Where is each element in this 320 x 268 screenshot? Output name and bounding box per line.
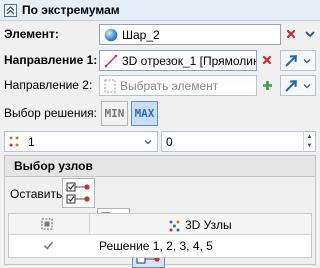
max-toggle[interactable]: MAX: [131, 101, 158, 126]
spin-up-icon[interactable]: ▲: [304, 132, 315, 142]
number-value: 0: [166, 134, 173, 149]
collapse-icon[interactable]: [4, 3, 17, 17]
row-text: Решение 1, 2, 3, 4, 5: [99, 239, 213, 253]
direction2-arrow-dropdown[interactable]: [280, 75, 316, 96]
min-toggle[interactable]: MIN: [101, 101, 128, 126]
chevron-down-icon: [303, 83, 311, 89]
direction1-label: Направление 1:: [4, 53, 98, 67]
delete-icon[interactable]: [257, 50, 277, 70]
count-value: 1: [28, 134, 35, 149]
sphere-icon: [104, 28, 118, 42]
element-label: Элемент:: [4, 27, 59, 41]
direction-arrow-icon: [284, 79, 298, 93]
select-all-icon[interactable]: [41, 218, 53, 233]
count-selector[interactable]: 1: [4, 131, 158, 152]
direction2-placeholder: Выбрать элемент: [120, 78, 219, 93]
add-icon[interactable]: [257, 75, 277, 95]
number-spinner[interactable]: 0 ▲ ▼: [161, 131, 316, 152]
element-value: Шар_2: [122, 27, 160, 42]
table-header: 3D Узлы: [9, 214, 311, 235]
direction2-field[interactable]: Выбрать элемент: [99, 75, 257, 96]
row-checkbox[interactable]: [43, 240, 54, 254]
delete-icon[interactable]: [281, 24, 301, 44]
points-icon: [8, 135, 24, 149]
column-separator: [89, 214, 90, 235]
keep-all-icon[interactable]: [62, 178, 95, 208]
table-row[interactable]: Решение 1, 2, 3, 4, 5: [9, 236, 311, 257]
keep-label: Оставить:: [10, 187, 66, 201]
node-selection-header: Выбор узлов: [4, 155, 316, 176]
spin-down-icon[interactable]: ▼: [304, 142, 315, 152]
panel-header: По экстремумам: [0, 0, 320, 21]
column-header-nodes[interactable]: 3D Узлы: [168, 218, 232, 232]
direction1-field[interactable]: 3D отрезок_1 [Прямолин...: [99, 50, 257, 71]
spinner-arrows[interactable]: ▲ ▼: [303, 132, 315, 151]
direction-arrow-icon: [284, 54, 298, 68]
node-selection-title: Выбор узлов: [14, 159, 93, 173]
direction2-label: Направление 2:: [4, 78, 93, 92]
empty-selection-icon: [104, 79, 116, 93]
solution-choice-label: Выбор решения:: [4, 106, 97, 120]
solutions-table: 3D Узлы Решение 1, 2, 3, 4, 5: [8, 213, 312, 258]
line-segment-icon: [104, 54, 118, 68]
element-field[interactable]: Шар_2: [99, 24, 281, 45]
chevron-down-icon: [144, 139, 152, 145]
nodes-3d-icon: [168, 219, 181, 232]
direction1-value: 3D отрезок_1 [Прямолин...: [122, 53, 256, 68]
direction1-arrow-dropdown[interactable]: [280, 50, 316, 71]
chevron-down-icon[interactable]: [300, 24, 320, 44]
column-header-label: 3D Узлы: [185, 218, 232, 232]
panel-title: По экстремумам: [22, 3, 120, 17]
chevron-down-icon: [303, 58, 311, 64]
